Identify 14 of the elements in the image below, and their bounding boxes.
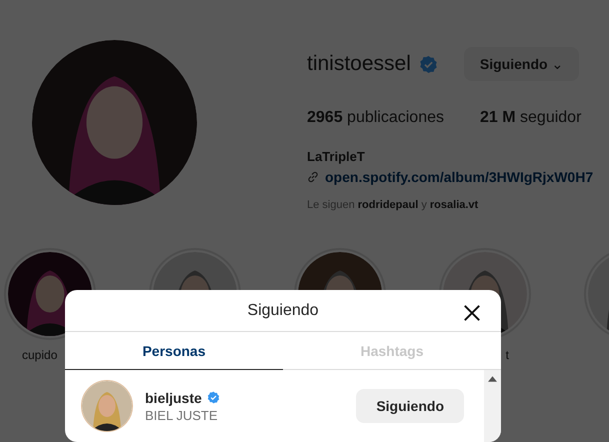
modal-title: Siguiendo <box>247 302 319 320</box>
stat-text: 21 M seguidor <box>480 109 582 127</box>
highlight-label: t <box>506 348 510 362</box>
link-icon <box>307 171 319 183</box>
highlight-label: cupido <box>21 348 58 362</box>
stat-text: 2965 publicaciones <box>307 109 444 127</box>
scrollbar[interactable] <box>484 370 501 442</box>
following-button[interactable]: Siguiendo <box>356 389 464 423</box>
profile-username: tinistoessel <box>307 52 411 76</box>
scroll-up-icon[interactable] <box>488 376 497 382</box>
profile-name: LaTripleT <box>307 149 366 164</box>
list-full-name: BIEL JUSTE <box>145 408 218 422</box>
list-username[interactable]: bieljuste <box>145 390 202 406</box>
tab[interactable]: Personas <box>65 332 283 370</box>
